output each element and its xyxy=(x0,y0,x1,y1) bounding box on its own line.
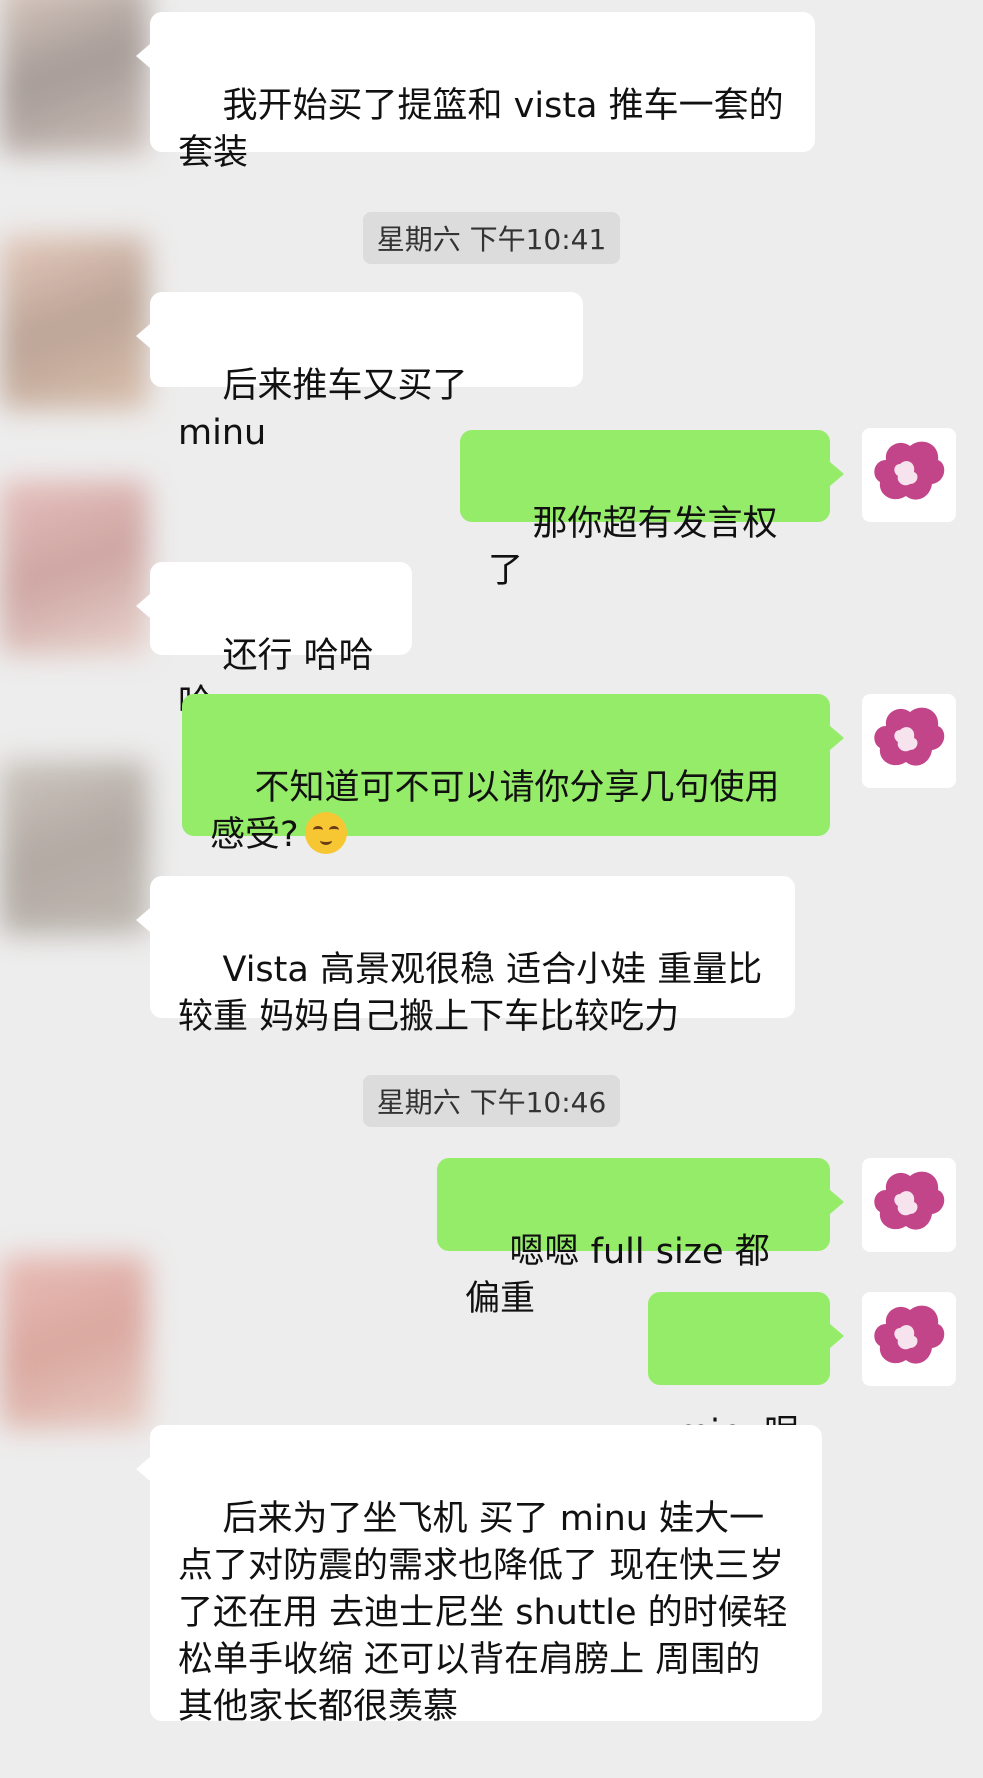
message-text: 不知道可不可以请你分享几句使用感受? xyxy=(210,768,780,855)
timestamp-label: 星期六 下午10:46 xyxy=(362,1075,621,1127)
message-text: 后来为了坐飞机 买了 minu 娃大一点了对防震的需求也降低了 现在快三岁了还在… xyxy=(178,1499,788,1727)
contact-avatar[interactable] xyxy=(0,480,148,655)
message-bubble-incoming[interactable]: 后来为了坐飞机 买了 minu 娃大一点了对防震的需求也降低了 现在快三岁了还在… xyxy=(136,1425,822,1727)
heart-logo-icon xyxy=(874,1305,945,1364)
heart-logo-icon xyxy=(874,707,945,766)
message-text: 后来推车又买了 minu xyxy=(178,366,479,453)
message-bubble-incoming[interactable]: 还行 哈哈哈 xyxy=(136,562,412,723)
self-avatar[interactable] xyxy=(862,428,956,522)
message-text: Vista 高景观很稳 适合小娃 重量比较重 妈妈自己搬上下车比较吃力 xyxy=(178,950,763,1037)
contact-avatar[interactable] xyxy=(0,760,148,935)
self-avatar[interactable] xyxy=(862,1158,956,1252)
self-avatar[interactable] xyxy=(862,1292,956,1386)
self-avatar[interactable] xyxy=(862,694,956,788)
heart-logo-icon xyxy=(874,441,945,500)
message-bubble-incoming[interactable]: Vista 高景观很稳 适合小娃 重量比较重 妈妈自己搬上下车比较吃力 xyxy=(136,876,795,1037)
message-text: 那你超有发言权了 xyxy=(488,504,778,591)
contact-avatar[interactable] xyxy=(0,1255,148,1430)
message-bubble-incoming[interactable]: 后来推车又买了 minu xyxy=(136,292,583,453)
timestamp-label: 星期六 下午10:41 xyxy=(362,212,621,264)
message-bubble-outgoing[interactable]: minu呢 xyxy=(648,1292,844,1453)
message-bubble-outgoing[interactable]: 嗯嗯 full size 都偏重 xyxy=(437,1158,844,1319)
message-text: 我开始买了提篮和 vista 推车一套的套装 xyxy=(178,86,784,173)
smiling-face-emoji xyxy=(304,812,347,854)
chat-view: 我开始买了提篮和 vista 推车一套的套装 星期六 下午10:41 后来推车又… xyxy=(0,0,983,1737)
message-bubble-incoming[interactable]: 我开始买了提篮和 vista 推车一套的套装 xyxy=(136,12,815,173)
message-bubble-outgoing[interactable]: 那你超有发言权了 xyxy=(460,430,844,591)
message-bubble-outgoing[interactable]: 不知道可不可以请你分享几句使用感受? xyxy=(182,694,844,855)
heart-logo-icon xyxy=(874,1171,945,1230)
timestamp: 星期六 下午10:46 xyxy=(0,1075,983,1127)
contact-avatar[interactable] xyxy=(0,0,148,155)
timestamp: 星期六 下午10:41 xyxy=(0,212,983,264)
